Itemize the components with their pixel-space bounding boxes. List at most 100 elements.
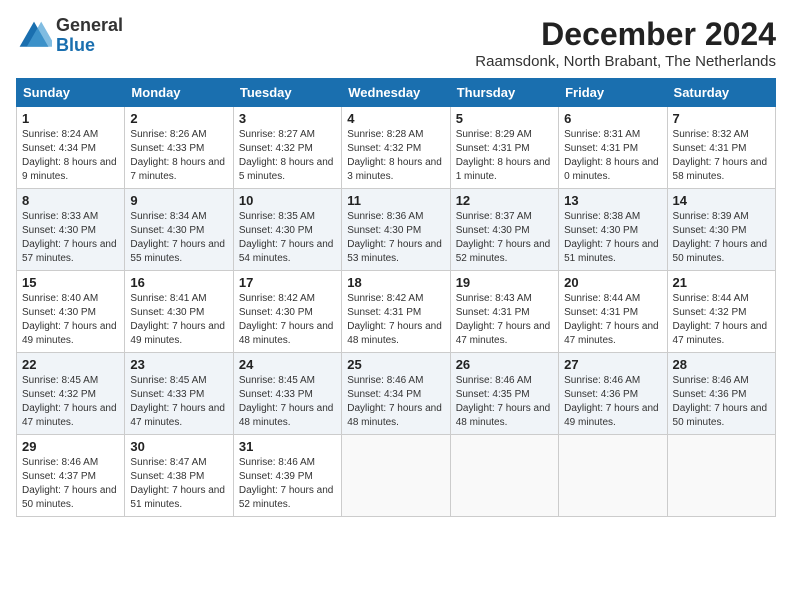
calendar-cell: 4 Sunrise: 8:28 AM Sunset: 4:32 PM Daylig… — [342, 107, 450, 189]
day-info: Sunrise: 8:29 AM Sunset: 4:31 PM Dayligh… — [456, 128, 553, 184]
day-info: Sunrise: 8:26 AM Sunset: 4:33 PM Dayligh… — [130, 128, 227, 184]
header-day-thursday: Thursday — [450, 79, 558, 107]
day-info: Sunrise: 8:40 AM Sunset: 4:30 PM Dayligh… — [22, 292, 119, 348]
calendar-cell: 30 Sunrise: 8:47 AM Sunset: 4:38 PM Dayli… — [125, 435, 233, 517]
calendar-cell: 31Sunrise: 8:46 AM Sunset: 4:39 PM Dayli… — [233, 435, 341, 517]
week-row-3: 15 Sunrise: 8:40 AM Sunset: 4:30 PM Dayli… — [17, 271, 776, 353]
day-number: 4 — [347, 111, 444, 126]
day-number: 28 — [673, 357, 770, 372]
calendar-cell: 15 Sunrise: 8:40 AM Sunset: 4:30 PM Dayli… — [17, 271, 125, 353]
day-number: 9 — [130, 193, 227, 208]
calendar-cell: 11 Sunrise: 8:36 AM Sunset: 4:30 PM Dayli… — [342, 189, 450, 271]
day-info: Sunrise: 8:46 AM Sunset: 4:36 PM Dayligh… — [673, 374, 770, 430]
day-info: Sunrise: 8:42 AM Sunset: 4:30 PM Dayligh… — [239, 292, 336, 348]
day-number: 3 — [239, 111, 336, 126]
day-info: Sunrise: 8:28 AM Sunset: 4:32 PM Dayligh… — [347, 128, 444, 184]
day-info: Sunrise: 8:34 AM Sunset: 4:30 PM Dayligh… — [130, 210, 227, 266]
day-number: 25 — [347, 357, 444, 372]
logo-blue: Blue — [56, 36, 123, 56]
main-title: December 2024 — [475, 16, 776, 53]
day-info: Sunrise: 8:45 AM Sunset: 4:32 PM Dayligh… — [22, 374, 119, 430]
header-day-sunday: Sunday — [17, 79, 125, 107]
day-number: 12 — [456, 193, 553, 208]
calendar-header-row: SundayMondayTuesdayWednesdayThursdayFrid… — [17, 79, 776, 107]
day-number: 5 — [456, 111, 553, 126]
day-info: Sunrise: 8:43 AM Sunset: 4:31 PM Dayligh… — [456, 292, 553, 348]
day-info: Sunrise: 8:47 AM Sunset: 4:38 PM Dayligh… — [130, 456, 227, 512]
calendar-cell: 19Sunrise: 8:43 AM Sunset: 4:31 PM Dayli… — [450, 271, 558, 353]
calendar-cell: 3 Sunrise: 8:27 AM Sunset: 4:32 PM Daylig… — [233, 107, 341, 189]
logo: General Blue — [16, 16, 123, 56]
week-row-1: 1Sunrise: 8:24 AM Sunset: 4:34 PM Daylig… — [17, 107, 776, 189]
day-info: Sunrise: 8:46 AM Sunset: 4:36 PM Dayligh… — [564, 374, 661, 430]
day-number: 22 — [22, 357, 119, 372]
day-info: Sunrise: 8:37 AM Sunset: 4:30 PM Dayligh… — [456, 210, 553, 266]
calendar-cell: 14Sunrise: 8:39 AM Sunset: 4:30 PM Dayli… — [667, 189, 775, 271]
calendar-cell: 29 Sunrise: 8:46 AM Sunset: 4:37 PM Dayli… — [17, 435, 125, 517]
day-number: 23 — [130, 357, 227, 372]
day-number: 31 — [239, 439, 336, 454]
day-info: Sunrise: 8:36 AM Sunset: 4:30 PM Dayligh… — [347, 210, 444, 266]
day-info: Sunrise: 8:38 AM Sunset: 4:30 PM Dayligh… — [564, 210, 661, 266]
calendar-cell: 25Sunrise: 8:46 AM Sunset: 4:34 PM Dayli… — [342, 353, 450, 435]
day-number: 1 — [22, 111, 119, 126]
day-info: Sunrise: 8:27 AM Sunset: 4:32 PM Dayligh… — [239, 128, 336, 184]
day-info: Sunrise: 8:41 AM Sunset: 4:30 PM Dayligh… — [130, 292, 227, 348]
day-number: 17 — [239, 275, 336, 290]
calendar-cell: 23Sunrise: 8:45 AM Sunset: 4:33 PM Dayli… — [125, 353, 233, 435]
calendar-cell: 24Sunrise: 8:45 AM Sunset: 4:33 PM Dayli… — [233, 353, 341, 435]
week-row-4: 22 Sunrise: 8:45 AM Sunset: 4:32 PM Dayli… — [17, 353, 776, 435]
header-day-friday: Friday — [559, 79, 667, 107]
day-info: Sunrise: 8:46 AM Sunset: 4:37 PM Dayligh… — [22, 456, 119, 512]
day-info: Sunrise: 8:31 AM Sunset: 4:31 PM Dayligh… — [564, 128, 661, 184]
header-day-saturday: Saturday — [667, 79, 775, 107]
day-info: Sunrise: 8:42 AM Sunset: 4:31 PM Dayligh… — [347, 292, 444, 348]
calendar-cell: 22 Sunrise: 8:45 AM Sunset: 4:32 PM Dayli… — [17, 353, 125, 435]
day-info: Sunrise: 8:39 AM Sunset: 4:30 PM Dayligh… — [673, 210, 770, 266]
header-day-monday: Monday — [125, 79, 233, 107]
calendar-cell: 20 Sunrise: 8:44 AM Sunset: 4:31 PM Dayli… — [559, 271, 667, 353]
day-number: 11 — [347, 193, 444, 208]
calendar-table: SundayMondayTuesdayWednesdayThursdayFrid… — [16, 78, 776, 517]
calendar-cell: 27 Sunrise: 8:46 AM Sunset: 4:36 PM Dayli… — [559, 353, 667, 435]
calendar-cell: 9 Sunrise: 8:34 AM Sunset: 4:30 PM Daylig… — [125, 189, 233, 271]
calendar-cell: 7 Sunrise: 8:32 AM Sunset: 4:31 PM Daylig… — [667, 107, 775, 189]
calendar-cell — [450, 435, 558, 517]
calendar-cell: 2 Sunrise: 8:26 AM Sunset: 4:33 PM Daylig… — [125, 107, 233, 189]
page-header: General Blue December 2024 Raamsdonk, No… — [16, 16, 776, 70]
calendar-cell — [667, 435, 775, 517]
day-info: Sunrise: 8:32 AM Sunset: 4:31 PM Dayligh… — [673, 128, 770, 184]
calendar-cell: 16 Sunrise: 8:41 AM Sunset: 4:30 PM Dayli… — [125, 271, 233, 353]
logo-general: General — [56, 16, 123, 36]
logo-text: General Blue — [56, 16, 123, 56]
title-block: December 2024 Raamsdonk, North Brabant, … — [475, 16, 776, 70]
day-number: 2 — [130, 111, 227, 126]
calendar-cell: 13Sunrise: 8:38 AM Sunset: 4:30 PM Dayli… — [559, 189, 667, 271]
day-number: 10 — [239, 193, 336, 208]
day-number: 7 — [673, 111, 770, 126]
day-info: Sunrise: 8:45 AM Sunset: 4:33 PM Dayligh… — [239, 374, 336, 430]
day-number: 21 — [673, 275, 770, 290]
day-number: 16 — [130, 275, 227, 290]
day-number: 27 — [564, 357, 661, 372]
day-number: 6 — [564, 111, 661, 126]
day-info: Sunrise: 8:44 AM Sunset: 4:31 PM Dayligh… — [564, 292, 661, 348]
calendar-cell: 10 Sunrise: 8:35 AM Sunset: 4:30 PM Dayli… — [233, 189, 341, 271]
day-number: 15 — [22, 275, 119, 290]
day-info: Sunrise: 8:35 AM Sunset: 4:30 PM Dayligh… — [239, 210, 336, 266]
calendar-cell — [342, 435, 450, 517]
week-row-2: 8Sunrise: 8:33 AM Sunset: 4:30 PM Daylig… — [17, 189, 776, 271]
calendar-cell: 1Sunrise: 8:24 AM Sunset: 4:34 PM Daylig… — [17, 107, 125, 189]
day-number: 8 — [22, 193, 119, 208]
calendar-cell: 12 Sunrise: 8:37 AM Sunset: 4:30 PM Dayli… — [450, 189, 558, 271]
day-info: Sunrise: 8:44 AM Sunset: 4:32 PM Dayligh… — [673, 292, 770, 348]
day-number: 26 — [456, 357, 553, 372]
week-row-5: 29 Sunrise: 8:46 AM Sunset: 4:37 PM Dayli… — [17, 435, 776, 517]
calendar-cell — [559, 435, 667, 517]
header-day-tuesday: Tuesday — [233, 79, 341, 107]
day-number: 20 — [564, 275, 661, 290]
day-number: 30 — [130, 439, 227, 454]
subtitle: Raamsdonk, North Brabant, The Netherland… — [475, 53, 776, 70]
day-number: 29 — [22, 439, 119, 454]
calendar-cell: 8Sunrise: 8:33 AM Sunset: 4:30 PM Daylig… — [17, 189, 125, 271]
